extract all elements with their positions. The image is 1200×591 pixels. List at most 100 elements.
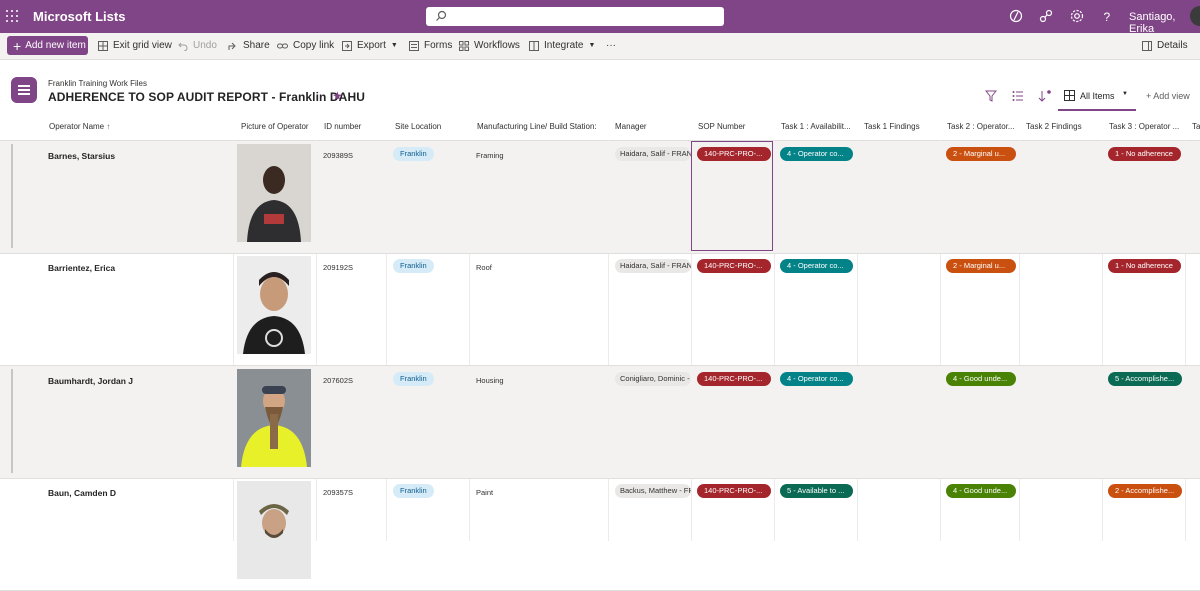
- column-task-more[interactable]: Ta: [1192, 122, 1200, 131]
- manager-persona[interactable]: Backus, Matthew - FR: [615, 484, 691, 498]
- forms-icon: [409, 40, 419, 51]
- chevron-down-icon: ▼: [588, 42, 596, 49]
- workflows-button[interactable]: Workflows: [459, 40, 520, 51]
- undo-label: Undo: [193, 40, 217, 51]
- task1-pill: 4 - Operator co...: [780, 147, 853, 161]
- site-name[interactable]: Franklin Training Work Files: [48, 79, 147, 88]
- app-launcher-icon[interactable]: [6, 10, 18, 22]
- copilot-icon[interactable]: [1008, 8, 1024, 24]
- table-row[interactable]: Baun, Camden D 209357S Franklin Paint Ba…: [0, 478, 1200, 591]
- forms-label: Forms: [424, 40, 453, 51]
- more-options-button[interactable]: ···: [606, 40, 616, 51]
- task3-pill: 1 - No adherence: [1108, 147, 1181, 161]
- exit-grid-view-label: Exit grid view: [113, 40, 172, 51]
- undo-icon: [178, 42, 188, 51]
- column-task2[interactable]: Task 2 : Operator...: [947, 122, 1015, 131]
- column-task1[interactable]: Task 1 : Availabilit...: [781, 122, 851, 131]
- operator-photo: [237, 481, 311, 579]
- export-label: Export: [357, 40, 386, 51]
- site-location-tag: Franklin: [393, 259, 434, 273]
- exit-grid-view-button[interactable]: Exit grid view: [98, 40, 172, 51]
- column-operator-name[interactable]: Operator Name ↑: [49, 122, 110, 131]
- add-view-button[interactable]: + Add view: [1146, 91, 1190, 101]
- plus-icon: +: [13, 37, 22, 54]
- svg-text:?: ?: [1104, 10, 1111, 24]
- sop-number-pill: 140-PRC-PRO-...: [697, 484, 771, 498]
- details-pane-icon: [1142, 40, 1152, 51]
- share-button[interactable]: Share: [228, 40, 270, 51]
- task2-pill: 4 - Good unde...: [946, 484, 1016, 498]
- list-title: ADHERENCE TO SOP AUDIT REPORT - Franklin…: [48, 90, 365, 104]
- sop-number-pill: 140-PRC-PRO-...: [697, 259, 771, 273]
- line-station: Housing: [476, 376, 504, 385]
- column-task1-findings[interactable]: Task 1 Findings: [864, 122, 920, 131]
- integrate-button[interactable]: Integrate ▼: [529, 40, 595, 51]
- column-header-row: Operator Name ↑ Picture of Operator ID n…: [0, 112, 1200, 141]
- share-label: Share: [243, 40, 270, 51]
- operator-name: Barnes, Starsius: [48, 151, 116, 161]
- table-row[interactable]: Baumhardt, Jordan J 207602S Franklin Hou…: [0, 366, 1200, 479]
- details-label: Details: [1157, 40, 1188, 51]
- column-picture[interactable]: Picture of Operator: [241, 122, 309, 131]
- integrate-label: Integrate: [544, 40, 584, 51]
- group-by-icon[interactable]: [1012, 90, 1024, 102]
- chevron-down-icon: ▼: [390, 42, 398, 49]
- table-row[interactable]: Barrientez, Erica 209192S Franklin Roof …: [0, 253, 1200, 366]
- command-bar: + Add new item Exit grid view Undo Share…: [0, 33, 1200, 60]
- sort-icon[interactable]: [1038, 90, 1052, 102]
- workflows-label: Workflows: [474, 40, 520, 51]
- task2-pill: 4 - Good unde...: [946, 372, 1016, 386]
- task1-pill: 4 - Operator co...: [780, 372, 853, 386]
- manager-persona[interactable]: Haidara, Salif - FRANK: [615, 147, 691, 161]
- copy-link-button[interactable]: Copy link: [277, 40, 334, 51]
- row-selection-bar[interactable]: [11, 144, 13, 248]
- view-tab-all-items[interactable]: All Items ▼: [1058, 83, 1136, 111]
- id-number: 209192S: [323, 263, 354, 272]
- manager-persona[interactable]: Conigliaro, Dominic -: [615, 372, 691, 386]
- operator-name: Baumhardt, Jordan J: [48, 376, 134, 386]
- operator-name: Baun, Camden D: [48, 488, 117, 498]
- view-tab-label: All Items: [1080, 91, 1115, 101]
- column-id-number[interactable]: ID number: [324, 122, 361, 131]
- favorite-star-icon[interactable]: ★: [332, 89, 343, 103]
- task1-pill: 5 - Available to ...: [780, 484, 853, 498]
- undo-button[interactable]: Undo: [178, 40, 217, 51]
- search-input[interactable]: [426, 7, 724, 26]
- column-manufacturing-line[interactable]: Manufacturing Line/ Build Station:: [477, 122, 597, 131]
- id-number: 209357S: [323, 488, 354, 497]
- operator-photo: [237, 369, 311, 467]
- forms-button[interactable]: Forms: [409, 40, 452, 51]
- sop-number-pill: 140-PRC-PRO-...: [697, 372, 771, 386]
- task1-pill: 4 - Operator co...: [780, 259, 853, 273]
- grid-view-icon: [1064, 90, 1075, 101]
- export-icon: [342, 40, 352, 51]
- share-network-icon[interactable]: [1038, 8, 1054, 24]
- workflows-icon: [459, 40, 469, 51]
- id-number: 207602S: [323, 376, 354, 385]
- filter-icon[interactable]: [985, 90, 997, 102]
- task3-pill: 5 - Accomplishe...: [1108, 372, 1182, 386]
- add-new-item-button[interactable]: + Add new item: [7, 36, 88, 55]
- manager-persona[interactable]: Haidara, Salif - FRANK: [615, 259, 691, 273]
- column-task2-findings[interactable]: Task 2 Findings: [1026, 122, 1082, 131]
- chevron-down-icon: ▼: [1122, 91, 1128, 97]
- sort-ascending-icon: ↑: [106, 122, 111, 131]
- add-new-item-label: Add new item: [25, 40, 86, 51]
- grid-icon: [98, 40, 108, 51]
- operator-photo: [237, 256, 311, 354]
- site-location-tag: Franklin: [393, 372, 434, 386]
- column-task3[interactable]: Task 3 : Operator ...: [1109, 122, 1179, 131]
- site-location-tag: Franklin: [393, 484, 434, 498]
- column-manager[interactable]: Manager: [615, 122, 647, 131]
- column-site-location[interactable]: Site Location: [395, 122, 441, 131]
- table-row[interactable]: Barnes, Starsius 209389S Franklin Framin…: [0, 141, 1200, 254]
- app-name[interactable]: Microsoft Lists: [33, 9, 125, 24]
- row-selection-bar[interactable]: [11, 369, 13, 473]
- help-icon[interactable]: ?: [1099, 8, 1115, 24]
- integrate-icon: [529, 40, 539, 51]
- export-button[interactable]: Export ▼: [342, 40, 398, 51]
- settings-gear-icon[interactable]: [1069, 8, 1085, 24]
- column-label: Operator Name: [49, 122, 105, 131]
- column-sop-number[interactable]: SOP Number: [698, 122, 745, 131]
- details-button[interactable]: Details: [1142, 40, 1188, 51]
